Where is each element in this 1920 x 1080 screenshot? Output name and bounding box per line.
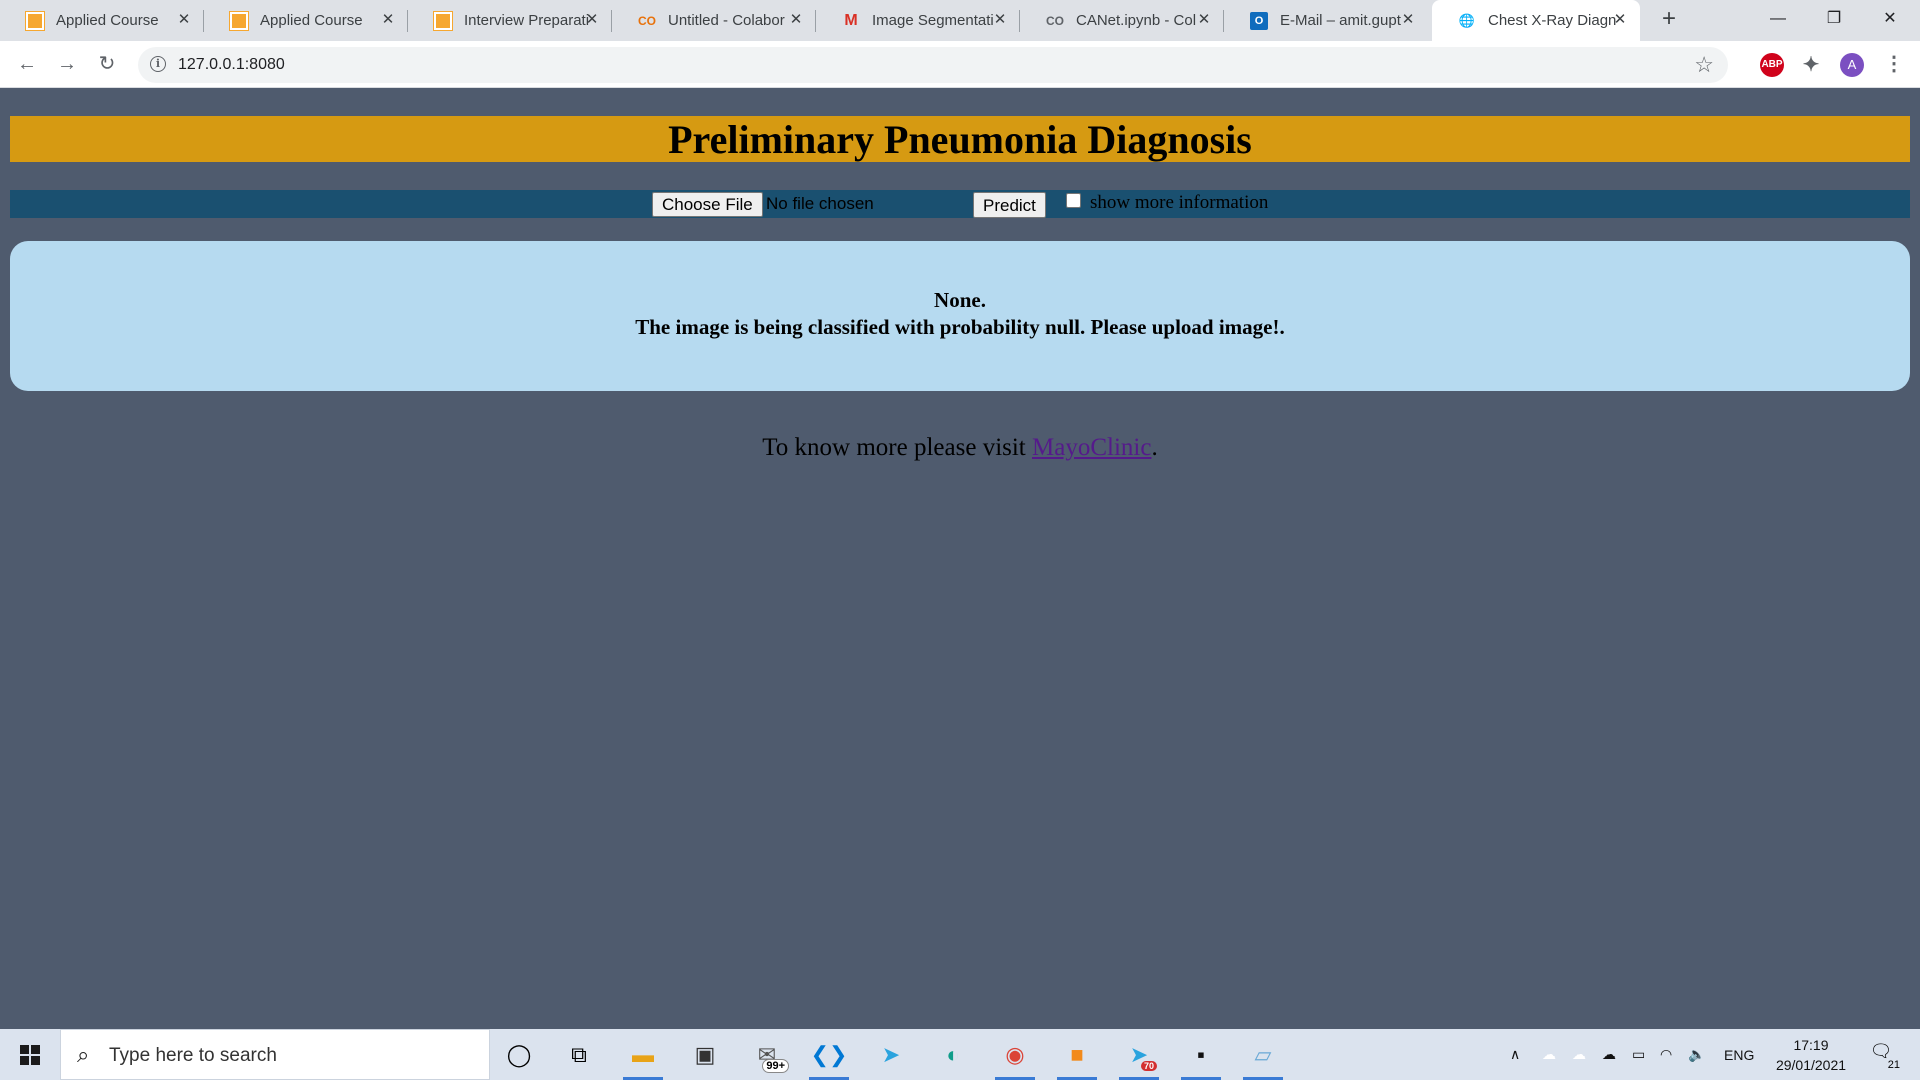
wifi-icon[interactable]: ◠ [1660, 1029, 1672, 1080]
search-icon: ⌕ [77, 1042, 90, 1067]
more-info-suffix: . [1151, 434, 1158, 461]
language-indicator[interactable]: ENG [1724, 1029, 1754, 1080]
forward-button[interactable]: → [54, 51, 80, 77]
cloud-icon[interactable]: ☁ [1572, 1029, 1586, 1080]
sublime-text-icon[interactable]: ■ [1055, 1035, 1099, 1080]
adblock-plus-icon[interactable]: ABP [1760, 53, 1784, 77]
task-view-icon[interactable]: ⧉ [557, 1035, 601, 1075]
windows-taskbar: ⌕ Type here to search ◯ ⧉ ▬ ▣ ✉ 99+ ❮❯ ➤ … [0, 1029, 1920, 1080]
upload-form: Choose File No file chosen Predict show … [10, 190, 1910, 218]
colab-icon: CO [1046, 13, 1064, 28]
clock-date: 29/01/2021 [1775, 1057, 1847, 1073]
notification-center-icon[interactable]: 🗨 21 [1866, 1041, 1900, 1071]
page-content: Preliminary Pneumonia Diagnosis Choose F… [0, 89, 1920, 1029]
title-banner: Preliminary Pneumonia Diagnosis [10, 116, 1910, 162]
result-card: None. The image is being classified with… [10, 241, 1910, 391]
applied-course-icon [434, 11, 452, 30]
predict-button[interactable]: Predict [973, 192, 1046, 218]
show-more-checkbox[interactable] [1066, 193, 1081, 208]
mail-icon[interactable]: ✉ 99+ [745, 1035, 789, 1075]
chrome-icon[interactable]: ◉ [993, 1035, 1037, 1080]
cloud-icon[interactable]: ☁ [1542, 1029, 1556, 1080]
close-window-button[interactable]: ✕ [1862, 0, 1918, 41]
clock-time: 17:19 [1793, 1037, 1829, 1053]
cortana-icon[interactable]: ◯ [497, 1035, 541, 1075]
close-icon[interactable]: ✕ [992, 12, 1008, 28]
windows-logo-icon [20, 1044, 40, 1065]
colab-icon: CO [638, 13, 656, 28]
close-icon[interactable]: ✕ [788, 12, 804, 28]
url-text[interactable]: 127.0.0.1:8080 [178, 56, 285, 74]
telegram-desktop-icon[interactable]: ➤ 70 [1117, 1035, 1161, 1080]
file-status-text: No file chosen [766, 194, 874, 213]
search-placeholder[interactable]: Type here to search [109, 1045, 277, 1067]
browser-tab-strip: Applied Course ✕ Applied Course ✕ Interv… [0, 0, 1920, 41]
browser-tab[interactable]: CO Untitled - Colabor ✕ [612, 0, 816, 41]
choose-file-button[interactable]: Choose File [652, 192, 763, 217]
notification-count: 21 [1887, 1059, 1900, 1071]
outlook-icon: O [1250, 11, 1268, 30]
onedrive-icon[interactable]: ☁ [1602, 1029, 1616, 1080]
page-title: Preliminary Pneumonia Diagnosis [668, 117, 1252, 162]
start-button[interactable] [0, 1029, 60, 1080]
volume-icon[interactable]: 🔈 [1688, 1029, 1705, 1080]
taskbar-search-box[interactable]: ⌕ Type here to search [60, 1029, 490, 1080]
close-icon[interactable]: ✕ [584, 12, 600, 28]
reload-button[interactable]: ↻ [94, 51, 120, 77]
bookmark-star-icon[interactable]: ☆ [1694, 52, 1714, 78]
globe-icon: 🌐 [1458, 12, 1476, 28]
show-more-label[interactable]: show more information [1090, 192, 1268, 214]
browser-tab[interactable]: CO CANet.ipynb - Col ✕ [1020, 0, 1224, 41]
close-icon[interactable]: ✕ [1196, 12, 1212, 28]
browser-toolbar: ← → ↻ i 127.0.0.1:8080 ☆ ABP ✦ A ⋮ [0, 41, 1920, 88]
restore-button[interactable]: ❐ [1806, 0, 1862, 41]
microsoft-store-icon[interactable]: ▣ [683, 1035, 727, 1075]
profile-avatar[interactable]: A [1840, 53, 1864, 77]
more-info-prefix: To know more please visit [762, 434, 1033, 461]
notepad-icon[interactable]: ▱ [1241, 1035, 1285, 1080]
close-icon[interactable]: ✕ [380, 12, 396, 28]
telegram-badge: 70 [1140, 1061, 1157, 1071]
result-class: None. [934, 288, 986, 312]
gmail-icon: M [844, 11, 858, 29]
applied-course-icon [26, 11, 44, 30]
telegram-icon[interactable]: ➤ [869, 1035, 913, 1075]
back-button[interactable]: ← [14, 51, 40, 77]
browser-tab-active[interactable]: 🌐 Chest X-Ray Diagn ✕ [1432, 0, 1640, 41]
minimize-button[interactable]: — [1750, 0, 1806, 41]
extensions-puzzle-icon[interactable]: ✦ [1799, 53, 1823, 77]
more-info-line: To know more please visit MayoClinic. [0, 434, 1920, 462]
browser-tab[interactable]: Applied Course ✕ [204, 0, 408, 41]
pycharm-icon[interactable]: ▪ [1179, 1035, 1223, 1080]
vscode-icon[interactable]: ❮❯ [807, 1035, 851, 1080]
browser-tab[interactable]: Applied Course ✕ [0, 0, 204, 41]
new-tab-button[interactable]: + [1655, 6, 1683, 34]
battery-icon[interactable]: ▭ [1632, 1029, 1645, 1080]
browser-tab[interactable]: Interview Preparati ✕ [408, 0, 612, 41]
address-bar[interactable]: i 127.0.0.1:8080 ☆ [138, 47, 1728, 83]
browser-tab[interactable]: O E-Mail – amit.gupt ✕ [1224, 0, 1428, 41]
close-icon[interactable]: ✕ [1400, 12, 1416, 28]
system-clock[interactable]: 17:19 29/01/2021 [1766, 1035, 1856, 1075]
site-info-icon[interactable]: i [150, 56, 166, 72]
edge-icon[interactable]: ◐ [931, 1035, 975, 1075]
browser-tab[interactable]: M Image Segmentati ✕ [816, 0, 1020, 41]
result-message: The image is being classified with proba… [635, 315, 1285, 339]
show-hidden-icons[interactable]: ∧ [1510, 1029, 1520, 1080]
browser-menu-icon[interactable]: ⋮ [1884, 51, 1904, 76]
mail-badge: 99+ [762, 1059, 789, 1073]
close-icon[interactable]: ✕ [1612, 12, 1628, 28]
mayoclinic-link[interactable]: MayoClinic [1032, 434, 1151, 461]
applied-course-icon [230, 11, 248, 30]
file-explorer-icon[interactable]: ▬ [621, 1035, 665, 1080]
close-icon[interactable]: ✕ [176, 12, 192, 28]
